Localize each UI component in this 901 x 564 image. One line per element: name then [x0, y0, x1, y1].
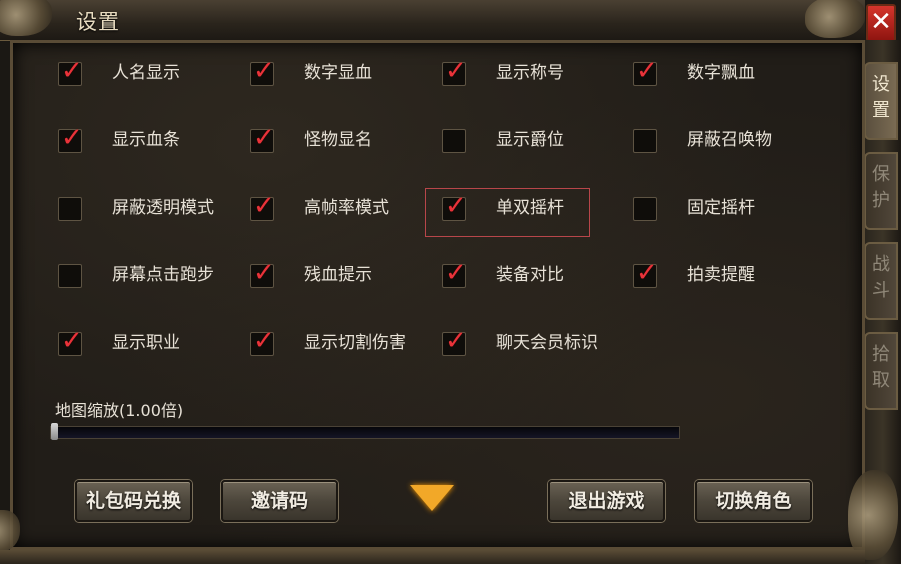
check-icon: ✓ — [636, 56, 658, 86]
option-label: 数字显血 — [304, 63, 372, 83]
exit-game-button[interactable]: 退出游戏 — [548, 480, 665, 522]
dragon-ornament-icon — [848, 470, 898, 560]
checkbox[interactable]: ✓ — [442, 259, 467, 288]
option-label: 数字飘血 — [687, 63, 755, 83]
highlight-box — [425, 188, 590, 237]
checkbox[interactable]: ✓ — [633, 57, 658, 86]
checkbox[interactable] — [633, 129, 657, 153]
checkbox[interactable]: ✓ — [58, 124, 83, 153]
option-item[interactable]: ✓ 显示职业 — [58, 327, 248, 366]
option-item[interactable]: ✓ 装备对比 — [442, 259, 632, 298]
invite-code-button[interactable]: 邀请码 — [221, 480, 338, 522]
option-item[interactable]: ✓ 显示血条 — [58, 124, 248, 163]
option-item[interactable]: ✓ 人名显示 — [58, 57, 248, 96]
settings-window: 设置 ✕ 设置 保护 战斗 拾取 ✓ 人名显示 ✓ 数字显血 ✓ 显示称号 ✓ 数字飘血 ✓ 显示… — [0, 0, 901, 564]
checkbox[interactable]: ✓ — [250, 327, 275, 356]
checkbox[interactable]: ✓ — [442, 57, 467, 86]
option-item[interactable]: ✓ 聊天会员标识 — [442, 327, 632, 366]
option-item[interactable]: ✓ 拍卖提醒 — [633, 259, 823, 298]
checkbox[interactable]: ✓ — [58, 327, 83, 356]
check-icon: ✓ — [253, 56, 275, 86]
tab-pickup[interactable]: 拾取 — [864, 332, 898, 410]
checkbox[interactable]: ✓ — [250, 57, 275, 86]
option-label: 高帧率模式 — [304, 198, 389, 218]
checkbox[interactable]: ✓ — [633, 259, 658, 288]
map-zoom-slider[interactable] — [50, 426, 680, 439]
checkbox[interactable] — [58, 197, 82, 221]
tab-settings[interactable]: 设置 — [864, 62, 898, 140]
option-item[interactable]: 显示爵位 — [442, 129, 632, 163]
option-label: 显示职业 — [112, 333, 180, 353]
dragon-ornament-icon — [0, 0, 52, 36]
option-item[interactable]: ✓ 高帧率模式 — [250, 192, 440, 231]
option-label: 显示爵位 — [496, 130, 564, 150]
check-icon: ✓ — [61, 56, 83, 86]
check-icon: ✓ — [253, 123, 275, 153]
chevron-down-icon[interactable] — [410, 485, 454, 511]
option-label: 屏蔽召唤物 — [687, 130, 772, 150]
tab-protect[interactable]: 保护 — [864, 152, 898, 230]
option-label: 固定摇杆 — [687, 198, 755, 218]
close-button[interactable]: ✕ — [866, 4, 896, 42]
slider-handle[interactable] — [51, 423, 58, 440]
tab-label: 拾取 — [872, 344, 890, 391]
option-label: 拍卖提醒 — [687, 265, 755, 285]
option-item[interactable]: 屏幕点击跑步 — [58, 264, 248, 298]
option-item[interactable]: 屏蔽透明模式 — [58, 197, 248, 231]
checkbox[interactable]: ✓ — [250, 124, 275, 153]
option-label: 屏蔽透明模式 — [112, 198, 214, 218]
option-label: 残血提示 — [304, 265, 372, 285]
option-item[interactable]: ✓ 怪物显名 — [250, 124, 440, 163]
tab-label: 战斗 — [872, 254, 890, 301]
option-item[interactable]: ✓ 残血提示 — [250, 259, 440, 298]
check-icon: ✓ — [445, 258, 467, 288]
check-icon: ✓ — [636, 258, 658, 288]
option-item[interactable]: ✓ 显示称号 — [442, 57, 632, 96]
checkbox[interactable]: ✓ — [58, 57, 83, 86]
checkbox[interactable]: ✓ — [250, 259, 275, 288]
checkbox[interactable] — [633, 197, 657, 221]
check-icon: ✓ — [253, 191, 275, 221]
check-icon: ✓ — [445, 56, 467, 86]
title-bar: 设置 — [0, 0, 865, 41]
option-label: 显示称号 — [496, 63, 564, 83]
option-label: 显示血条 — [112, 130, 180, 150]
tab-label: 保护 — [872, 164, 890, 211]
switch-role-button[interactable]: 切换角色 — [695, 480, 812, 522]
checkbox[interactable] — [58, 264, 82, 288]
check-icon: ✓ — [61, 326, 83, 356]
window-title: 设置 — [76, 10, 120, 34]
option-label: 人名显示 — [112, 63, 180, 83]
check-icon: ✓ — [61, 123, 83, 153]
checkbox[interactable]: ✓ — [442, 327, 467, 356]
gift-code-button[interactable]: 礼包码兑换 — [75, 480, 192, 522]
map-zoom-label: 地图缩放(1.00倍) — [55, 401, 184, 420]
check-icon: ✓ — [253, 258, 275, 288]
tab-combat[interactable]: 战斗 — [864, 242, 898, 320]
option-label: 怪物显名 — [304, 130, 372, 150]
option-item[interactable]: ✓ 数字显血 — [250, 57, 440, 96]
bottom-rail — [0, 550, 865, 564]
option-label: 屏幕点击跑步 — [112, 265, 214, 285]
option-item[interactable]: ✓ 数字飘血 — [633, 57, 823, 96]
tab-label: 设置 — [872, 74, 890, 121]
check-icon: ✓ — [445, 326, 467, 356]
option-label: 聊天会员标识 — [496, 333, 598, 353]
check-icon: ✓ — [253, 326, 275, 356]
option-item[interactable]: 固定摇杆 — [633, 197, 823, 231]
option-item[interactable]: ✓ 显示切割伤害 — [250, 327, 440, 366]
option-item[interactable]: 屏蔽召唤物 — [633, 129, 823, 163]
option-label: 显示切割伤害 — [304, 333, 406, 353]
checkbox[interactable] — [442, 129, 466, 153]
checkbox[interactable]: ✓ — [250, 192, 275, 221]
option-label: 装备对比 — [496, 265, 564, 285]
dragon-ornament-icon — [805, 0, 865, 38]
